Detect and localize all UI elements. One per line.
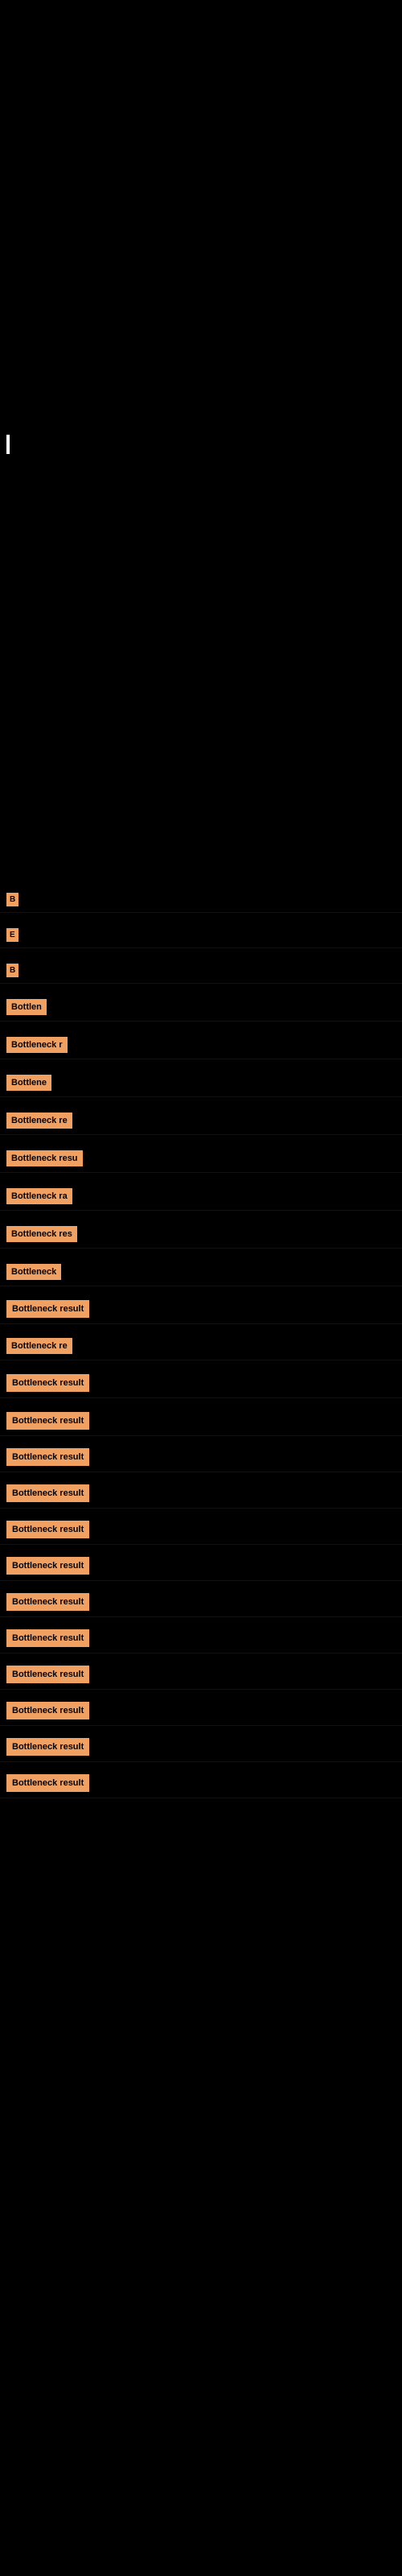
list-item: Bottleneck result xyxy=(0,1294,402,1324)
list-item: Bottleneck result xyxy=(0,1368,402,1398)
list-item: B xyxy=(0,958,402,984)
bottleneck-badge: Bottleneck result xyxy=(6,1374,89,1392)
bottleneck-badge: Bottleneck xyxy=(6,1264,61,1280)
list-item: E xyxy=(0,923,402,948)
list-item: Bottleneck result xyxy=(0,1406,402,1436)
bottleneck-badge: Bottleneck result xyxy=(6,1300,89,1318)
bottleneck-badge: Bottleneck result xyxy=(6,1557,89,1575)
hero-section xyxy=(0,0,402,427)
items-list: B E B Bottlen Bottleneck r Bottlene Bottleneck… xyxy=(0,887,402,1805)
bottleneck-badge: Bottleneck result xyxy=(6,1666,89,1683)
bottleneck-badge: Bottlen xyxy=(6,999,47,1015)
bottleneck-badge: Bottleneck result xyxy=(6,1484,89,1502)
cursor xyxy=(6,435,10,454)
bottleneck-badge: Bottleneck res xyxy=(6,1226,77,1242)
bottleneck-badge: Bottleneck result xyxy=(6,1448,89,1466)
list-item: Bottleneck result xyxy=(0,1769,402,1798)
list-item: Bottleneck re xyxy=(0,1332,402,1360)
bottleneck-badge: Bottleneck ra xyxy=(6,1188,72,1204)
bottleneck-badge: Bottlene xyxy=(6,1075,51,1091)
list-item: Bottleneck res xyxy=(0,1220,402,1249)
list-item: Bottleneck result xyxy=(0,1696,402,1726)
list-item: Bottlene xyxy=(0,1069,402,1097)
list-item: Bottleneck re xyxy=(0,1107,402,1135)
list-item: Bottleneck xyxy=(0,1258,402,1286)
bottleneck-badge: Bottleneck re xyxy=(6,1113,72,1129)
bottleneck-badge: Bottleneck resu xyxy=(6,1150,83,1166)
bottleneck-badge: B xyxy=(6,964,18,977)
content-area xyxy=(0,427,402,887)
bottleneck-badge: Bottleneck result xyxy=(6,1412,89,1430)
bottleneck-badge: Bottleneck re xyxy=(6,1338,72,1354)
list-item: Bottleneck result xyxy=(0,1551,402,1581)
list-item: Bottleneck result xyxy=(0,1732,402,1762)
list-item: Bottleneck ra xyxy=(0,1183,402,1211)
list-item: Bottleneck result xyxy=(0,1624,402,1653)
list-item: Bottleneck result xyxy=(0,1515,402,1545)
list-item: Bottleneck resu xyxy=(0,1145,402,1173)
list-item: Bottleneck result xyxy=(0,1479,402,1509)
bottleneck-badge: Bottleneck result xyxy=(6,1702,89,1719)
bottleneck-badge: Bottleneck r xyxy=(6,1037,68,1053)
list-item: Bottleneck result xyxy=(0,1660,402,1690)
bottleneck-badge: Bottleneck result xyxy=(6,1521,89,1538)
bottleneck-badge: Bottleneck result xyxy=(6,1774,89,1792)
bottleneck-badge: Bottleneck result xyxy=(6,1629,89,1647)
list-item: B xyxy=(0,887,402,913)
list-item: Bottleneck r xyxy=(0,1031,402,1059)
bottleneck-badge: Bottleneck result xyxy=(6,1593,89,1611)
list-item: Bottlen xyxy=(0,993,402,1022)
bottleneck-badge: E xyxy=(6,928,18,942)
bottleneck-badge: Bottleneck result xyxy=(6,1738,89,1756)
bottleneck-badge: B xyxy=(6,893,18,906)
list-item: Bottleneck result xyxy=(0,1587,402,1617)
list-item: Bottleneck result xyxy=(0,1443,402,1472)
